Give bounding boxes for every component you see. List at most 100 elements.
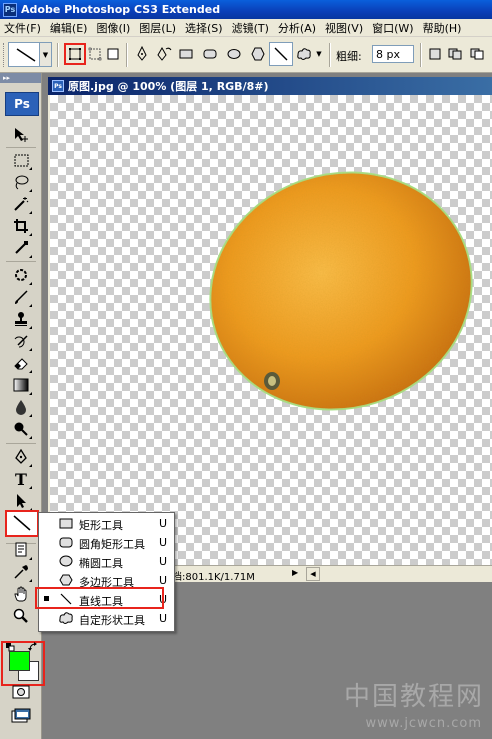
brush-tool[interactable] [11, 287, 32, 307]
magic-wand-tool[interactable] [11, 194, 32, 214]
crop-icon [14, 219, 28, 233]
add-mode-icon [448, 48, 462, 60]
flyout-item-label: 自定形状工具 [79, 614, 145, 627]
custom-shape-icon [58, 611, 74, 625]
menu-view[interactable]: 视图(V) [321, 20, 368, 36]
status-menu-arrow-icon[interactable]: ▶ [292, 568, 302, 580]
shape-layers-button[interactable] [64, 43, 86, 65]
app-title: Adobe Photoshop CS3 Extended [21, 3, 221, 16]
line-icon [274, 47, 288, 61]
options-grip[interactable] [3, 43, 6, 67]
flyout-item-rectangle[interactable]: 矩形工具 U [39, 514, 174, 533]
history-brush-icon [14, 335, 28, 348]
freeform-pen-icon [157, 46, 172, 61]
options-separator [126, 43, 128, 67]
healing-brush-tool[interactable] [11, 265, 32, 285]
zoom-tool[interactable] [11, 606, 31, 626]
freeform-pen-button[interactable] [155, 45, 173, 63]
menu-analysis[interactable]: 分析(A) [274, 20, 321, 36]
marquee-tool[interactable] [11, 150, 32, 170]
flyout-item-custom-shape[interactable]: 自定形状工具 U [39, 609, 174, 628]
line-shape-button[interactable] [269, 42, 293, 66]
scroll-left-button[interactable]: ◀ [306, 567, 320, 581]
dodge-icon [14, 422, 28, 436]
rounded-rectangle-icon [58, 535, 74, 549]
history-brush-tool[interactable] [11, 331, 32, 351]
menu-filter[interactable]: 滤镜(T) [228, 20, 274, 36]
polygon-shape-button[interactable] [249, 45, 267, 63]
document-title-bar[interactable]: Ps 原图.jpg @ 100% (图层 1, RGB/8#) [48, 77, 492, 95]
weight-label: 粗细: [336, 50, 362, 63]
fill-pixels-button[interactable] [104, 45, 122, 63]
flyout-item-shortcut: U [159, 574, 168, 587]
add-shape-mode-button[interactable] [446, 45, 464, 63]
custom-shape-button[interactable] [295, 45, 313, 63]
dodge-tool[interactable] [11, 419, 32, 439]
move-tool[interactable] [11, 125, 31, 145]
rectangle-icon [58, 516, 74, 530]
eyedropper-tool[interactable] [11, 562, 32, 582]
hand-icon [14, 586, 27, 602]
tool-preset-picker[interactable]: ▼ [8, 42, 52, 67]
document-window: Ps 原图.jpg @ 100% (图层 1, RGB/8#) 档:801.1K… [48, 77, 492, 583]
line-tool-highlight-box [35, 587, 164, 609]
menu-image[interactable]: 图像(I) [92, 20, 135, 36]
menu-file[interactable]: 文件(F) [0, 20, 46, 36]
toolbox-collapse-icon[interactable]: ▸▸ [0, 73, 41, 83]
default-colors-icon[interactable] [6, 642, 15, 652]
path-selection-tool[interactable] [11, 491, 32, 511]
crop-tool[interactable] [11, 216, 32, 236]
ps-logo[interactable]: Ps [5, 92, 39, 116]
ellipse-shape-button[interactable] [225, 45, 243, 63]
screen-mode-button[interactable] [11, 706, 31, 726]
menu-layer[interactable]: 图层(L) [135, 20, 181, 36]
menu-select[interactable]: 选择(S) [181, 20, 228, 36]
polygon-icon [251, 47, 265, 61]
toolbox-divider [6, 147, 36, 148]
menu-edit[interactable]: 编辑(E) [46, 20, 93, 36]
subtract-mode-icon [470, 48, 484, 60]
shape-layers-icon [69, 48, 81, 60]
eraser-tool[interactable] [11, 353, 32, 373]
menu-window[interactable]: 窗口(W) [368, 20, 418, 36]
chevron-down-icon[interactable]: ▼ [39, 43, 51, 66]
paths-button[interactable] [86, 45, 104, 63]
rounded-rectangle-shape-button[interactable] [201, 45, 219, 63]
line-tool-selected[interactable] [5, 510, 39, 537]
canvas[interactable] [50, 95, 492, 565]
blur-tool[interactable] [11, 397, 32, 417]
hand-tool[interactable] [11, 584, 31, 604]
polygon-icon [58, 573, 74, 587]
clone-stamp-tool[interactable] [11, 309, 32, 329]
flyout-item-rounded-rectangle[interactable]: 圆角矩形工具 U [39, 533, 174, 552]
lasso-icon [15, 175, 29, 190]
quick-mask-button[interactable] [11, 682, 31, 702]
document-icon: Ps [52, 80, 64, 92]
type-tool[interactable]: T [11, 469, 32, 489]
lasso-tool[interactable] [11, 172, 32, 192]
new-shape-layer-mode-button[interactable] [426, 45, 444, 63]
pen-tool-button[interactable] [133, 45, 151, 63]
orange-image [209, 171, 473, 411]
rectangle-shape-button[interactable] [177, 45, 195, 63]
toolbox: ▸▸ Ps T [0, 73, 45, 739]
menu-help[interactable]: 帮助(H) [419, 20, 467, 36]
notes-tool[interactable] [11, 540, 32, 560]
slice-tool[interactable] [11, 238, 32, 258]
healing-brush-icon [15, 269, 27, 281]
foreground-color-swatch[interactable] [9, 651, 30, 671]
fill-pixels-icon [107, 48, 119, 60]
ellipse-icon [227, 49, 241, 59]
shape-options-dropdown[interactable]: ▼ [313, 45, 325, 63]
pen-icon [15, 449, 27, 464]
flyout-item-label: 椭圆工具 [79, 557, 123, 570]
weight-input[interactable]: 8 px [372, 45, 414, 63]
gradient-tool[interactable] [11, 375, 32, 395]
eyedropper-slice-icon [15, 241, 28, 254]
rectangle-icon [179, 49, 193, 59]
pen-tool[interactable] [11, 447, 32, 467]
subtract-shape-mode-button[interactable] [468, 45, 486, 63]
flyout-item-ellipse[interactable]: 椭圆工具 U [39, 552, 174, 571]
stamp-icon [15, 312, 27, 326]
chevron-down-icon: ▼ [316, 50, 322, 58]
